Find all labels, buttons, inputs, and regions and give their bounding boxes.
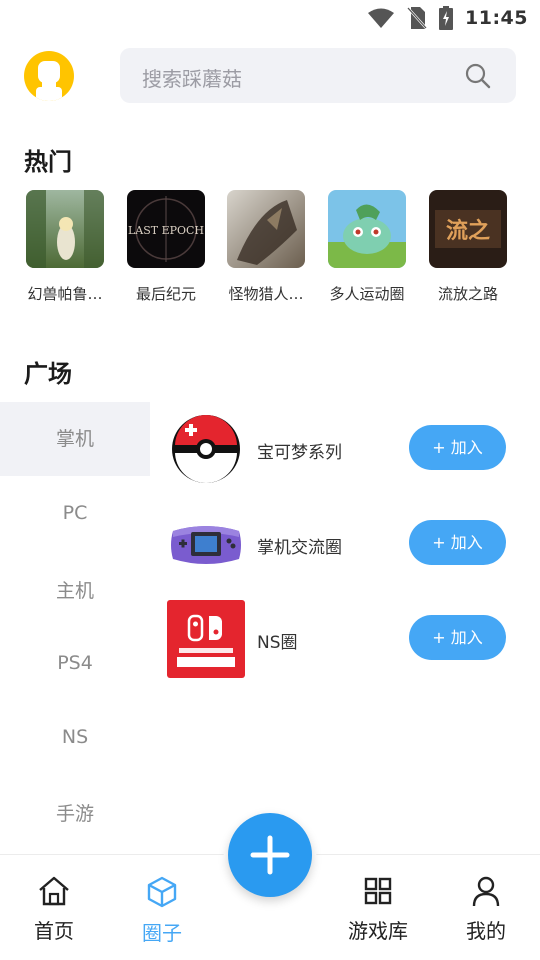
status-bar: 11:45: [0, 0, 540, 38]
circle-name: NS圈: [257, 633, 298, 653]
nav-profile[interactable]: 我的: [441, 875, 531, 944]
monster-hunter-thumbnail: [227, 190, 305, 268]
palworld-thumbnail: [26, 190, 104, 268]
multiplayer-thumbnail: [328, 190, 406, 268]
join-button[interactable]: + 加入: [409, 615, 506, 660]
battery-charging-icon: [439, 6, 454, 30]
hot-item-label: 幻兽帕鲁…: [27, 285, 103, 303]
category-console[interactable]: 主机: [0, 554, 150, 628]
last-epoch-thumbnail: LAST EPOCH: [127, 190, 205, 268]
hot-item-last-epoch[interactable]: LAST EPOCH 最后纪元: [116, 188, 216, 304]
svg-text:流之: 流之: [446, 218, 490, 244]
pokeball-icon: [172, 415, 240, 483]
avatar-figure-icon: [36, 61, 62, 101]
plaza-section-title: 广场: [24, 360, 72, 388]
nav-circles-label: 圈子: [142, 921, 182, 945]
nav-home-label: 首页: [34, 919, 74, 943]
hot-item-label: 流放之路: [437, 285, 498, 303]
cube-icon: [147, 876, 177, 908]
create-post-button[interactable]: [228, 813, 312, 897]
search-placeholder: 搜索踩蘑菇: [142, 67, 242, 91]
circle-row-handheld-exchange[interactable]: 掌机交流圈 + 加入: [150, 505, 540, 585]
user-avatar[interactable]: [24, 51, 74, 101]
circle-name: 掌机交流圈: [257, 538, 342, 558]
hot-item-monster-hunter[interactable]: 怪物猎人…: [216, 188, 316, 304]
category-handheld[interactable]: 掌机: [0, 402, 150, 476]
grid-icon: [364, 877, 392, 905]
circle-name: 宝可梦系列: [257, 443, 342, 463]
nav-home[interactable]: 首页: [9, 875, 99, 944]
path-of-exile-thumbnail: 流之: [429, 190, 507, 268]
category-ps4[interactable]: PS4: [0, 626, 150, 700]
nav-game-library-label: 游戏库: [348, 919, 408, 943]
search-bar[interactable]: 搜索踩蘑菇: [120, 48, 516, 103]
home-icon: [39, 876, 69, 906]
category-sidebar: 掌机 PC 主机 PS4 NS 手游: [0, 402, 150, 854]
status-time: 11:45: [465, 7, 528, 29]
hot-item-palworld[interactable]: 幻兽帕鲁…: [15, 188, 115, 304]
category-pc[interactable]: PC: [0, 476, 150, 550]
join-button[interactable]: + 加入: [409, 425, 506, 470]
hot-games-list: 幻兽帕鲁… LAST EPOCH 最后纪元 怪物猎人… 多人运动圈 流之 流放之…: [0, 188, 540, 308]
hot-section-title: 热门: [24, 148, 72, 176]
circle-row-pokemon[interactable]: 宝可梦系列 + 加入: [150, 410, 540, 490]
join-button[interactable]: + 加入: [409, 520, 506, 565]
search-icon[interactable]: [464, 62, 492, 90]
hot-item-multiplayer-circle[interactable]: 多人运动圈: [317, 188, 417, 304]
nav-circles[interactable]: 圈子: [117, 875, 207, 946]
no-sim-icon: [407, 7, 427, 29]
user-icon: [472, 876, 500, 907]
circle-row-ns[interactable]: NS圈 + 加入: [150, 600, 540, 680]
category-ns[interactable]: NS: [0, 700, 150, 774]
hot-item-path-of-exile[interactable]: 流之 流放之路: [418, 188, 518, 304]
svg-text:LAST EPOCH: LAST EPOCH: [128, 224, 204, 237]
hot-item-label: 最后纪元: [135, 285, 196, 303]
plus-icon: [250, 835, 290, 875]
hot-item-label: 怪物猎人…: [228, 285, 304, 303]
nav-profile-label: 我的: [466, 919, 506, 943]
category-mobile[interactable]: 手游: [0, 777, 150, 851]
hot-item-label: 多人运动圈: [329, 285, 405, 303]
wifi-icon: [368, 8, 395, 28]
nintendo-switch-icon: [167, 600, 245, 678]
gameboy-advance-icon: [171, 526, 241, 564]
status-icons: 11:45: [367, 6, 528, 30]
nav-game-library[interactable]: 游戏库: [333, 875, 423, 944]
